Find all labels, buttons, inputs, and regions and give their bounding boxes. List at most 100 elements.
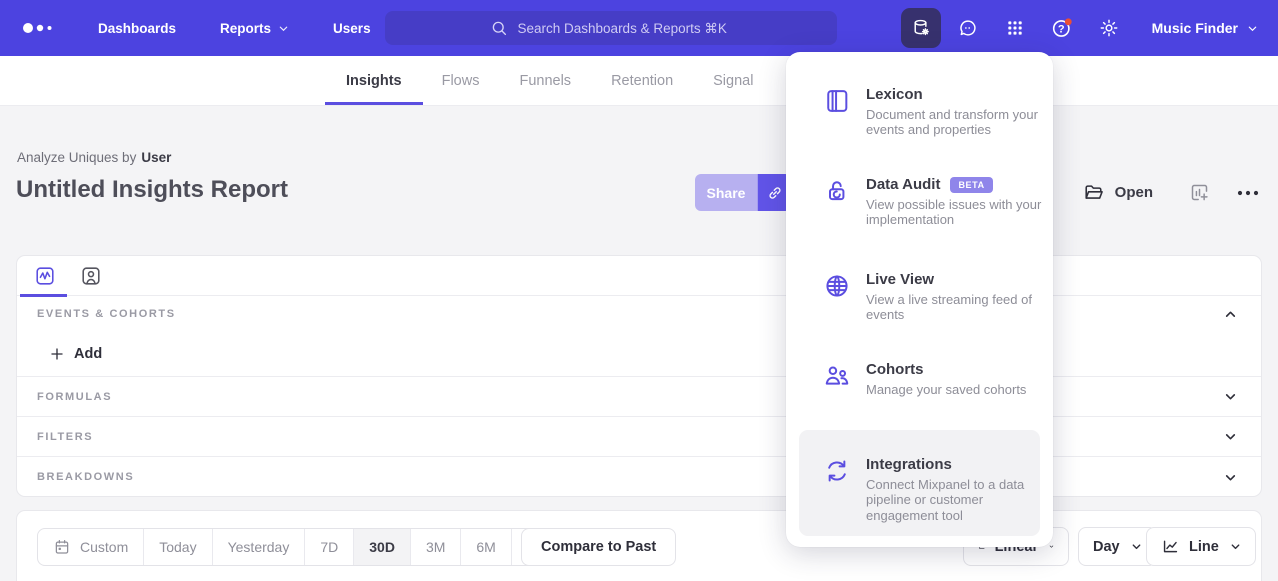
calendar-icon [53, 538, 71, 556]
chevron-down-icon[interactable] [1224, 390, 1237, 403]
chevron-up-icon[interactable] [1224, 308, 1237, 321]
builder-tabs [17, 256, 1261, 296]
menu-item-description: Manage your saved cohorts [866, 382, 1052, 397]
chevron-down-icon [1131, 541, 1142, 552]
apps-grid-icon[interactable] [995, 8, 1035, 48]
date-controls-panel: Custom Today Yesterday 7D 30D 3M 6M 12M … [16, 510, 1262, 581]
share-button[interactable]: Share [695, 174, 757, 211]
tab-signal[interactable]: Signal [713, 56, 753, 105]
data-management-popover: Lexicon Document and transform your even… [786, 52, 1053, 547]
open-label: Open [1115, 184, 1153, 201]
nav-item-label: Reports [220, 21, 271, 36]
date-segment-6m[interactable]: 6M [461, 529, 511, 565]
plus-icon [49, 346, 65, 362]
chart-type-label: Line [1189, 539, 1219, 555]
tab-funnels[interactable]: Funnels [519, 56, 571, 105]
date-segment-3m[interactable]: 3M [411, 529, 461, 565]
chevron-down-icon [1049, 541, 1054, 552]
date-range-segmented-control: Custom Today Yesterday 7D 30D 3M 6M 12M [37, 528, 570, 566]
filters-header: FILTERS [37, 431, 93, 443]
menu-item-lexicon[interactable]: Lexicon Document and transform your even… [823, 86, 1037, 138]
menu-item-title: Integrations [866, 456, 1052, 473]
top-navigation: Dashboards Reports Users [0, 0, 1278, 56]
report-subtitle: Analyze Uniques by User [17, 150, 171, 165]
menu-item-description: View a live streaming feed of events [866, 292, 1052, 323]
subtitle-entity[interactable]: User [141, 150, 171, 165]
feedback-chat-icon[interactable] [948, 8, 988, 48]
tab-flows[interactable]: Flows [442, 56, 480, 105]
menu-item-cohorts[interactable]: Cohorts Manage your saved cohorts [823, 361, 1037, 397]
menu-item-title: Lexicon [866, 86, 1052, 103]
filters-section[interactable]: FILTERS [17, 416, 1261, 456]
interval-dropdown[interactable]: Day [1078, 527, 1157, 566]
chevron-down-icon[interactable] [1224, 471, 1237, 484]
tab-retention[interactable]: Retention [611, 56, 673, 105]
nav-links: Dashboards Reports Users [98, 21, 371, 36]
menu-item-title: Cohorts [866, 361, 1052, 378]
interval-label: Day [1093, 539, 1120, 555]
user-profile-icon [80, 265, 102, 287]
project-name: Music Finder [1152, 20, 1238, 36]
open-report-button[interactable]: Open [1083, 182, 1153, 204]
formulas-section[interactable]: FORMULAS [17, 376, 1261, 416]
cohorts-people-icon [823, 362, 853, 390]
live-view-globe-icon [823, 272, 853, 300]
data-management-icon[interactable] [901, 8, 941, 48]
date-segment-30d[interactable]: 30D [354, 529, 411, 565]
share-button-group: Share [695, 174, 791, 211]
menu-item-description: Connect Mixpanel to a data pipeline or c… [866, 477, 1052, 523]
builder-tab-profiles[interactable] [80, 256, 102, 296]
breakdowns-section[interactable]: BREAKDOWNS [17, 456, 1261, 497]
mixpanel-logo-icon[interactable] [20, 20, 68, 36]
link-icon [766, 184, 784, 202]
menu-item-integrations[interactable]: Integrations Connect Mixpanel to a data … [823, 456, 1037, 523]
nav-item-label: Users [333, 21, 371, 36]
chart-type-dropdown[interactable]: Line [1146, 527, 1256, 566]
menu-item-description: View possible issues with your implement… [866, 197, 1052, 228]
help-icon[interactable]: ? [1042, 8, 1082, 48]
events-cohorts-header: EVENTS & COHORTS [37, 308, 176, 320]
chevron-down-icon [1230, 541, 1241, 552]
page-title[interactable]: Untitled Insights Report [16, 176, 288, 204]
add-to-dashboard-icon[interactable] [1189, 182, 1210, 203]
insights-chart-icon [34, 265, 56, 287]
date-segment-yesterday[interactable]: Yesterday [213, 529, 306, 565]
add-event-button[interactable]: Add [17, 332, 1261, 376]
menu-item-live-view[interactable]: Live View View a live streaming feed of … [823, 271, 1037, 323]
settings-gear-icon[interactable] [1089, 8, 1129, 48]
lexicon-book-icon [823, 87, 853, 115]
project-switcher[interactable]: Music Finder [1152, 20, 1258, 36]
menu-item-title: Data Audit [866, 176, 940, 193]
subtitle-prefix: Analyze Uniques by [17, 150, 136, 165]
date-segment-today[interactable]: Today [144, 529, 212, 565]
nav-item-reports[interactable]: Reports [220, 21, 289, 36]
nav-item-users[interactable]: Users [333, 21, 371, 36]
nav-item-dashboards[interactable]: Dashboards [98, 21, 176, 36]
add-label: Add [74, 346, 102, 362]
segment-label: Custom [80, 539, 128, 555]
search-input[interactable] [518, 21, 733, 36]
menu-item-data-audit[interactable]: Data Audit BETA View possible issues wit… [823, 176, 1037, 228]
report-tabbar: Insights Flows Funnels Retention Signal … [0, 56, 1278, 106]
breakdowns-header: BREAKDOWNS [37, 471, 134, 483]
events-cohorts-section[interactable]: EVENTS & COHORTS [17, 296, 1261, 332]
search-icon [490, 19, 508, 37]
query-builder-panel: EVENTS & COHORTS Add FORMULAS FILTERS BR… [16, 255, 1262, 497]
nav-right-controls: ? Music Finder [901, 0, 1266, 56]
beta-badge: BETA [950, 177, 992, 193]
compare-to-past-button[interactable]: Compare to Past [521, 528, 676, 566]
global-search[interactable] [385, 11, 837, 45]
date-segment-7d[interactable]: 7D [305, 529, 354, 565]
integrations-sync-icon [823, 457, 853, 485]
builder-tab-metrics[interactable] [34, 256, 56, 296]
folder-icon [1083, 182, 1105, 204]
chevron-down-icon[interactable] [1224, 430, 1237, 443]
nav-item-label: Dashboards [98, 21, 176, 36]
more-options-icon[interactable] [1236, 188, 1260, 198]
formulas-header: FORMULAS [37, 391, 112, 403]
date-segment-custom[interactable]: Custom [38, 529, 144, 565]
menu-item-description: Document and transform your events and p… [866, 107, 1052, 138]
menu-item-title: Live View [866, 271, 1052, 288]
line-chart-icon [1161, 537, 1180, 556]
tab-insights[interactable]: Insights [346, 56, 402, 105]
